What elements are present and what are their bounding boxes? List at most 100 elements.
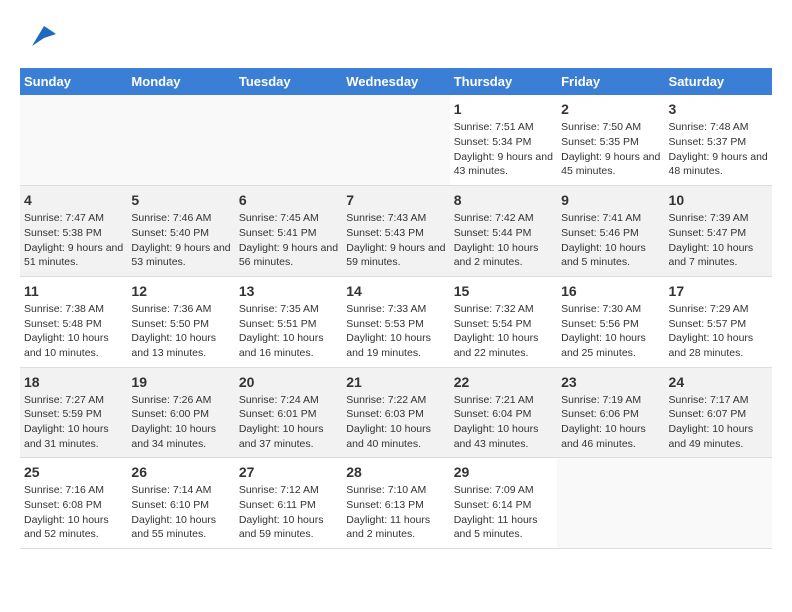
calendar-cell: 16 Sunrise: 7:30 AM Sunset: 5:56 PM Dayli… [557,276,664,367]
day-number: 2 [561,101,660,117]
calendar-cell: 25 Sunrise: 7:16 AM Sunset: 6:08 PM Dayli… [20,458,127,549]
calendar-cell: 22 Sunrise: 7:21 AM Sunset: 6:04 PM Dayli… [450,367,557,458]
calendar-cell: 19 Sunrise: 7:26 AM Sunset: 6:00 PM Dayli… [127,367,234,458]
day-info: Sunrise: 7:51 AM Sunset: 5:34 PM Dayligh… [454,120,553,179]
calendar-cell: 27 Sunrise: 7:12 AM Sunset: 6:11 PM Dayli… [235,458,342,549]
day-info: Sunrise: 7:39 AM Sunset: 5:47 PM Dayligh… [669,211,768,270]
day-number: 6 [239,192,338,208]
day-number: 12 [131,283,230,299]
day-number: 4 [24,192,123,208]
day-number: 13 [239,283,338,299]
day-number: 22 [454,374,553,390]
day-number: 5 [131,192,230,208]
weekday-header-saturday: Saturday [665,68,772,95]
calendar-cell: 23Sunrise: 7:19 AM Sunset: 6:06 PM Dayli… [557,367,664,458]
day-number: 29 [454,464,553,480]
day-info: Sunrise: 7:33 AM Sunset: 5:53 PM Dayligh… [346,302,445,361]
weekday-header-friday: Friday [557,68,664,95]
calendar-week-2: 4 Sunrise: 7:47 AM Sunset: 5:38 PM Daylig… [20,186,772,277]
calendar-header: SundayMondayTuesdayWednesdayThursdayFrid… [20,68,772,95]
calendar-cell: 1 Sunrise: 7:51 AM Sunset: 5:34 PM Daylig… [450,95,557,185]
day-info: Sunrise: 7:21 AM Sunset: 6:04 PM Dayligh… [454,393,553,452]
day-info: Sunrise: 7:45 AM Sunset: 5:41 PM Dayligh… [239,211,338,270]
day-number: 17 [669,283,768,299]
calendar-body: 1 Sunrise: 7:51 AM Sunset: 5:34 PM Daylig… [20,95,772,548]
day-info: Sunrise: 7:09 AM Sunset: 6:14 PM Dayligh… [454,483,553,542]
weekday-header-monday: Monday [127,68,234,95]
day-info: Sunrise: 7:19 AM Sunset: 6:06 PM Dayligh… [561,393,660,452]
day-number: 25 [24,464,123,480]
logo-bird-icon [24,20,56,52]
calendar-cell: 2 Sunrise: 7:50 AM Sunset: 5:35 PM Daylig… [557,95,664,185]
calendar-cell: 28Sunrise: 7:10 AM Sunset: 6:13 PM Dayli… [342,458,449,549]
day-number: 9 [561,192,660,208]
calendar-cell: 21 Sunrise: 7:22 AM Sunset: 6:03 PM Dayli… [342,367,449,458]
calendar-week-3: 11Sunrise: 7:38 AM Sunset: 5:48 PM Dayli… [20,276,772,367]
day-number: 26 [131,464,230,480]
day-number: 11 [24,283,123,299]
day-number: 14 [346,283,445,299]
calendar-table: SundayMondayTuesdayWednesdayThursdayFrid… [20,68,772,549]
calendar-cell: 6 Sunrise: 7:45 AM Sunset: 5:41 PM Daylig… [235,186,342,277]
day-info: Sunrise: 7:17 AM Sunset: 6:07 PM Dayligh… [669,393,768,452]
calendar-cell [665,458,772,549]
day-info: Sunrise: 7:47 AM Sunset: 5:38 PM Dayligh… [24,211,123,270]
calendar-cell: 26 Sunrise: 7:14 AM Sunset: 6:10 PM Dayli… [127,458,234,549]
day-info: Sunrise: 7:29 AM Sunset: 5:57 PM Dayligh… [669,302,768,361]
day-number: 15 [454,283,553,299]
day-info: Sunrise: 7:30 AM Sunset: 5:56 PM Dayligh… [561,302,660,361]
day-number: 16 [561,283,660,299]
day-info: Sunrise: 7:42 AM Sunset: 5:44 PM Dayligh… [454,211,553,270]
day-number: 24 [669,374,768,390]
weekday-header-wednesday: Wednesday [342,68,449,95]
calendar-week-5: 25 Sunrise: 7:16 AM Sunset: 6:08 PM Dayli… [20,458,772,549]
calendar-cell: 24 Sunrise: 7:17 AM Sunset: 6:07 PM Dayli… [665,367,772,458]
day-info: Sunrise: 7:24 AM Sunset: 6:01 PM Dayligh… [239,393,338,452]
calendar-cell: 14 Sunrise: 7:33 AM Sunset: 5:53 PM Dayli… [342,276,449,367]
calendar-cell: 17 Sunrise: 7:29 AM Sunset: 5:57 PM Dayli… [665,276,772,367]
weekday-header-thursday: Thursday [450,68,557,95]
calendar-cell: 8 Sunrise: 7:42 AM Sunset: 5:44 PM Daylig… [450,186,557,277]
calendar-cell [235,95,342,185]
day-info: Sunrise: 7:10 AM Sunset: 6:13 PM Dayligh… [346,483,445,542]
day-number: 10 [669,192,768,208]
weekday-header-tuesday: Tuesday [235,68,342,95]
day-info: Sunrise: 7:41 AM Sunset: 5:46 PM Dayligh… [561,211,660,270]
calendar-cell: 18Sunrise: 7:27 AM Sunset: 5:59 PM Dayli… [20,367,127,458]
day-number: 7 [346,192,445,208]
calendar-cell [20,95,127,185]
calendar-cell: 4 Sunrise: 7:47 AM Sunset: 5:38 PM Daylig… [20,186,127,277]
day-info: Sunrise: 7:22 AM Sunset: 6:03 PM Dayligh… [346,393,445,452]
day-info: Sunrise: 7:32 AM Sunset: 5:54 PM Dayligh… [454,302,553,361]
day-number: 20 [239,374,338,390]
day-number: 1 [454,101,553,117]
day-info: Sunrise: 7:12 AM Sunset: 6:11 PM Dayligh… [239,483,338,542]
calendar-cell [127,95,234,185]
calendar-week-4: 18Sunrise: 7:27 AM Sunset: 5:59 PM Dayli… [20,367,772,458]
calendar-cell: 12 Sunrise: 7:36 AM Sunset: 5:50 PM Dayli… [127,276,234,367]
day-number: 18 [24,374,123,390]
calendar-cell: 13Sunrise: 7:35 AM Sunset: 5:51 PM Dayli… [235,276,342,367]
day-number: 27 [239,464,338,480]
day-info: Sunrise: 7:14 AM Sunset: 6:10 PM Dayligh… [131,483,230,542]
day-info: Sunrise: 7:36 AM Sunset: 5:50 PM Dayligh… [131,302,230,361]
day-info: Sunrise: 7:26 AM Sunset: 6:00 PM Dayligh… [131,393,230,452]
logo-text [20,20,56,58]
calendar-cell: 5 Sunrise: 7:46 AM Sunset: 5:40 PM Daylig… [127,186,234,277]
calendar-cell: 10 Sunrise: 7:39 AM Sunset: 5:47 PM Dayli… [665,186,772,277]
day-number: 19 [131,374,230,390]
day-number: 3 [669,101,768,117]
day-info: Sunrise: 7:50 AM Sunset: 5:35 PM Dayligh… [561,120,660,179]
weekday-header-row: SundayMondayTuesdayWednesdayThursdayFrid… [20,68,772,95]
day-number: 21 [346,374,445,390]
calendar-cell: 11Sunrise: 7:38 AM Sunset: 5:48 PM Dayli… [20,276,127,367]
day-number: 8 [454,192,553,208]
calendar-cell: 3Sunrise: 7:48 AM Sunset: 5:37 PM Daylig… [665,95,772,185]
calendar-cell [342,95,449,185]
calendar-week-1: 1 Sunrise: 7:51 AM Sunset: 5:34 PM Daylig… [20,95,772,185]
day-info: Sunrise: 7:46 AM Sunset: 5:40 PM Dayligh… [131,211,230,270]
calendar-cell: 29 Sunrise: 7:09 AM Sunset: 6:14 PM Dayli… [450,458,557,549]
day-info: Sunrise: 7:16 AM Sunset: 6:08 PM Dayligh… [24,483,123,542]
weekday-header-sunday: Sunday [20,68,127,95]
page-header [20,20,772,58]
